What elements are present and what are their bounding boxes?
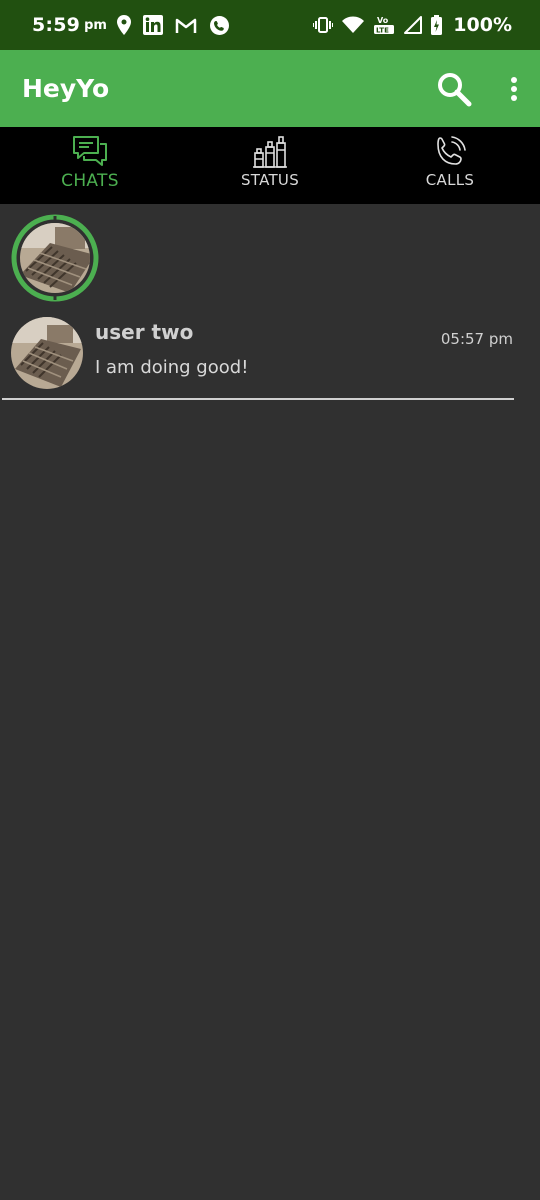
- tab-bar: CHATS STATUS CALLS: [0, 127, 540, 204]
- chat-divider: [2, 398, 514, 400]
- svg-text:LTE: LTE: [376, 27, 389, 35]
- whatsapp-icon: [209, 15, 229, 35]
- linkedin-icon: [142, 15, 163, 35]
- chat-contact-name: user two: [95, 320, 194, 344]
- tab-status-label: STATUS: [240, 171, 300, 189]
- volte-icon: Vo LTE: [374, 16, 395, 35]
- notification-icons: [116, 15, 230, 36]
- app-title: HeyYo: [22, 74, 110, 103]
- wifi-icon: [342, 16, 365, 33]
- signal-icon: [404, 16, 423, 34]
- more-vert-icon: [511, 76, 517, 101]
- search-icon: [438, 72, 472, 106]
- gmail-icon: [175, 18, 197, 33]
- chat-bubbles-icon: [73, 136, 107, 166]
- more-options-button[interactable]: [510, 76, 518, 102]
- status-bar: 5:59 pm Vo LTE 100%: [0, 0, 540, 50]
- tab-chats-label: CHATS: [61, 171, 119, 191]
- tab-status[interactable]: STATUS: [180, 127, 360, 204]
- app-actions: [436, 71, 518, 107]
- chat-last-message: I am doing good!: [95, 357, 249, 378]
- battery-percent: 100%: [453, 14, 512, 36]
- vibrate-icon: [313, 17, 334, 33]
- search-button[interactable]: [436, 71, 472, 107]
- app-bar: HeyYo: [0, 50, 540, 127]
- chat-timestamp: 05:57 pm: [440, 330, 513, 348]
- tab-calls-label: CALLS: [425, 171, 475, 189]
- system-icons: Vo LTE 100%: [313, 14, 512, 36]
- chat-list-item[interactable]: user two 05:57 pm I am doing good!: [0, 312, 540, 402]
- clock-ampm: pm: [84, 17, 107, 33]
- svg-text:Vo: Vo: [377, 16, 389, 25]
- phone-call-icon: [437, 136, 466, 165]
- clock-time: 5:59: [32, 14, 81, 36]
- tab-chats[interactable]: CHATS: [0, 127, 180, 204]
- location-pin-icon: [116, 15, 131, 35]
- tab-calls[interactable]: CALLS: [360, 127, 540, 204]
- bottles-icon: [253, 136, 287, 168]
- chat-avatar: [11, 317, 83, 389]
- battery-icon: [431, 15, 443, 35]
- status-ring-image: [11, 214, 99, 302]
- my-status-avatar[interactable]: [10, 213, 100, 303]
